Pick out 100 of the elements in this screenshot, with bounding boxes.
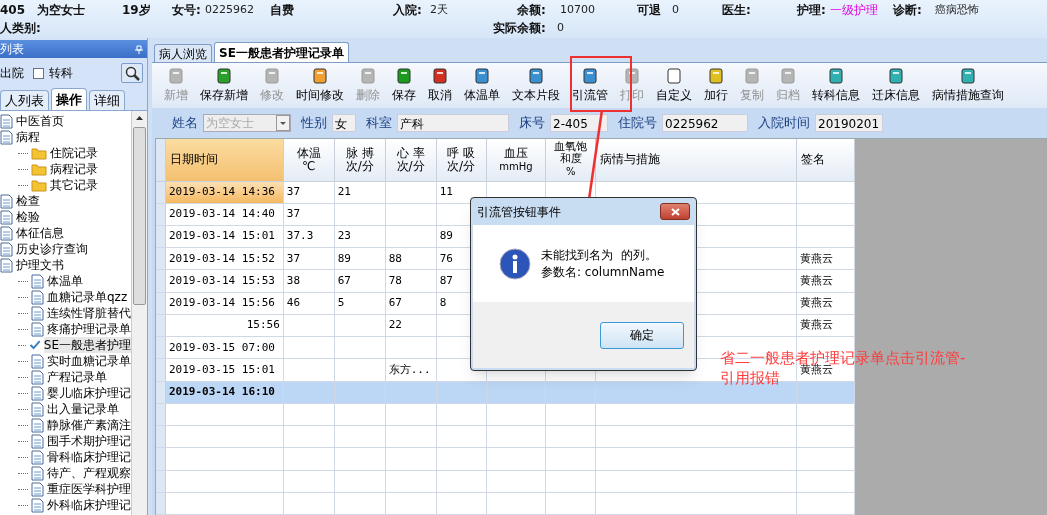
tree-item[interactable]: 产程记录单 [47, 369, 107, 385]
table-cell: 15:56 [166, 314, 284, 337]
toolbar-button[interactable]: 迁床信息 [866, 65, 926, 106]
toolbar-button[interactable]: 病情措施查询 [926, 65, 1010, 106]
header-text: 入院: [393, 2, 422, 19]
tree-item[interactable]: 外科临床护理记 [47, 497, 131, 513]
table-cell: 5 [334, 292, 386, 314]
toolbar-button[interactable]: 自定义 [650, 65, 698, 106]
tree-item[interactable]: 实时血糖记录单 [47, 353, 131, 369]
toolbar-button[interactable]: 加行 [698, 65, 734, 106]
panel-title: 列表 [0, 41, 24, 58]
header-text: 医生: [722, 2, 751, 19]
row-header[interactable] [156, 403, 166, 426]
tree-item[interactable]: 中医首页 [16, 113, 64, 129]
row-header[interactable] [156, 426, 166, 448]
tree-item[interactable]: 体温单 [47, 273, 83, 289]
tree-item[interactable]: 待产、产程观察 [47, 465, 131, 481]
toolbar-button[interactable]: 体温单 [458, 65, 506, 106]
discharged-label: 出院 [0, 65, 24, 82]
document-icon [31, 401, 44, 417]
tree-item[interactable]: 检验 [16, 209, 40, 225]
tree-item[interactable]: 连续性肾脏替代 [47, 305, 131, 321]
tree-item[interactable]: 病程记录 [50, 161, 98, 177]
tree-item[interactable]: 出入量记录单 [47, 401, 119, 417]
panel-tab[interactable]: 人列表 [0, 90, 49, 110]
toolbar-icon [474, 67, 490, 84]
table-cell: 2019-03-14 16:10 [166, 381, 284, 403]
tree-item[interactable]: 重症医学科护理 [47, 481, 131, 497]
tree-item[interactable]: 历史诊疗查询 [16, 241, 88, 257]
panel-tab[interactable]: 详细 [89, 90, 125, 110]
field-input[interactable]: 2-405 [550, 114, 608, 132]
field-input[interactable]: 产科 [397, 114, 509, 132]
document-icon [31, 433, 44, 449]
toolbar-icon [780, 67, 796, 84]
ok-button[interactable]: 确定 [600, 321, 684, 349]
toolbar-icon [960, 67, 976, 84]
row-header[interactable] [156, 270, 166, 292]
column-header: 脉 搏 次/分 [334, 139, 386, 181]
table-cell: 88 [385, 248, 437, 270]
tree-item[interactable]: 骨科临床护理记 [47, 449, 131, 465]
tree-item[interactable]: 血糖记录单qzz [47, 289, 128, 305]
table-cell: 东方... [385, 359, 437, 381]
dropdown-icon[interactable] [276, 115, 290, 131]
toolbar-button[interactable]: 转科信息 [806, 65, 866, 106]
toolbar-button[interactable]: 保存 [386, 65, 422, 106]
scroll-thumb[interactable] [133, 127, 146, 305]
field-input[interactable]: 0225962 [662, 114, 748, 132]
field-label: 住院号 [618, 114, 657, 133]
table-cell: 21 [334, 181, 386, 203]
panel-tab[interactable]: 操作 [51, 88, 87, 110]
toolbar-icon [708, 67, 724, 84]
row-header[interactable] [156, 492, 166, 514]
tree-item[interactable]: 检查 [16, 193, 40, 209]
document-tab[interactable]: SE一般患者护理记录单 [214, 42, 349, 62]
folder-icon [31, 162, 47, 176]
row-header[interactable] [156, 359, 166, 381]
row-header[interactable] [156, 381, 166, 403]
dialog-message: 参数名: columnName [541, 263, 665, 281]
column-header: 血压 mmHg [486, 139, 547, 181]
tree-item[interactable]: 护理文书 [16, 257, 64, 273]
row-header[interactable] [156, 225, 166, 248]
dialog-title: 引流管按钮事件 [477, 203, 561, 221]
tree-item[interactable]: 其它记录 [50, 177, 98, 193]
transfer-checkbox[interactable] [33, 67, 44, 79]
header-text: 护理: [797, 2, 826, 19]
document-tab[interactable]: 病人浏览 [154, 44, 212, 62]
tree-item[interactable]: 围手术期护理记 [47, 433, 131, 449]
tree-item[interactable]: 婴儿临床护理记 [47, 385, 131, 401]
toolbar-button[interactable]: 取消 [422, 65, 458, 106]
row-header[interactable] [156, 470, 166, 492]
row-header[interactable] [156, 203, 166, 225]
pin-icon[interactable] [135, 44, 143, 54]
row-header[interactable] [156, 448, 166, 470]
toolbar-button[interactable]: 时间修改 [290, 65, 350, 106]
tree-item[interactable]: 疼痛护理记录单 [47, 321, 131, 337]
toolbar-icon [312, 67, 328, 84]
tree-item[interactable]: 病程 [16, 129, 40, 145]
row-header[interactable] [156, 181, 166, 203]
row-header[interactable] [156, 292, 166, 314]
row-header[interactable] [156, 337, 166, 359]
tree-item[interactable]: 体征信息 [16, 225, 64, 241]
toolbar-button[interactable]: 文本片段 [506, 65, 566, 106]
close-button[interactable] [660, 203, 690, 220]
column-header: 心 率 次/分 [385, 139, 437, 181]
toolbar-icon [582, 67, 598, 84]
toolbar-icon [528, 67, 544, 84]
row-header[interactable] [156, 248, 166, 270]
toolbar-button[interactable]: 保存新增 [194, 65, 254, 106]
row-header[interactable] [156, 314, 166, 337]
column-header: 日期时间 [166, 139, 284, 181]
field-input[interactable]: 女 [332, 114, 356, 132]
search-button[interactable] [121, 63, 143, 83]
tree-item[interactable]: SE一般患者护理 [43, 337, 131, 353]
field-input[interactable]: 20190201 [815, 114, 883, 132]
document-icon [31, 353, 44, 369]
toolbar-button[interactable]: 引流管 [566, 65, 614, 106]
scrollbar[interactable] [131, 111, 147, 515]
tree-item[interactable]: 住院记录 [50, 145, 98, 161]
table-cell: 37.3 [283, 225, 335, 248]
tree-item[interactable]: 静脉催产素滴注 [47, 417, 131, 433]
